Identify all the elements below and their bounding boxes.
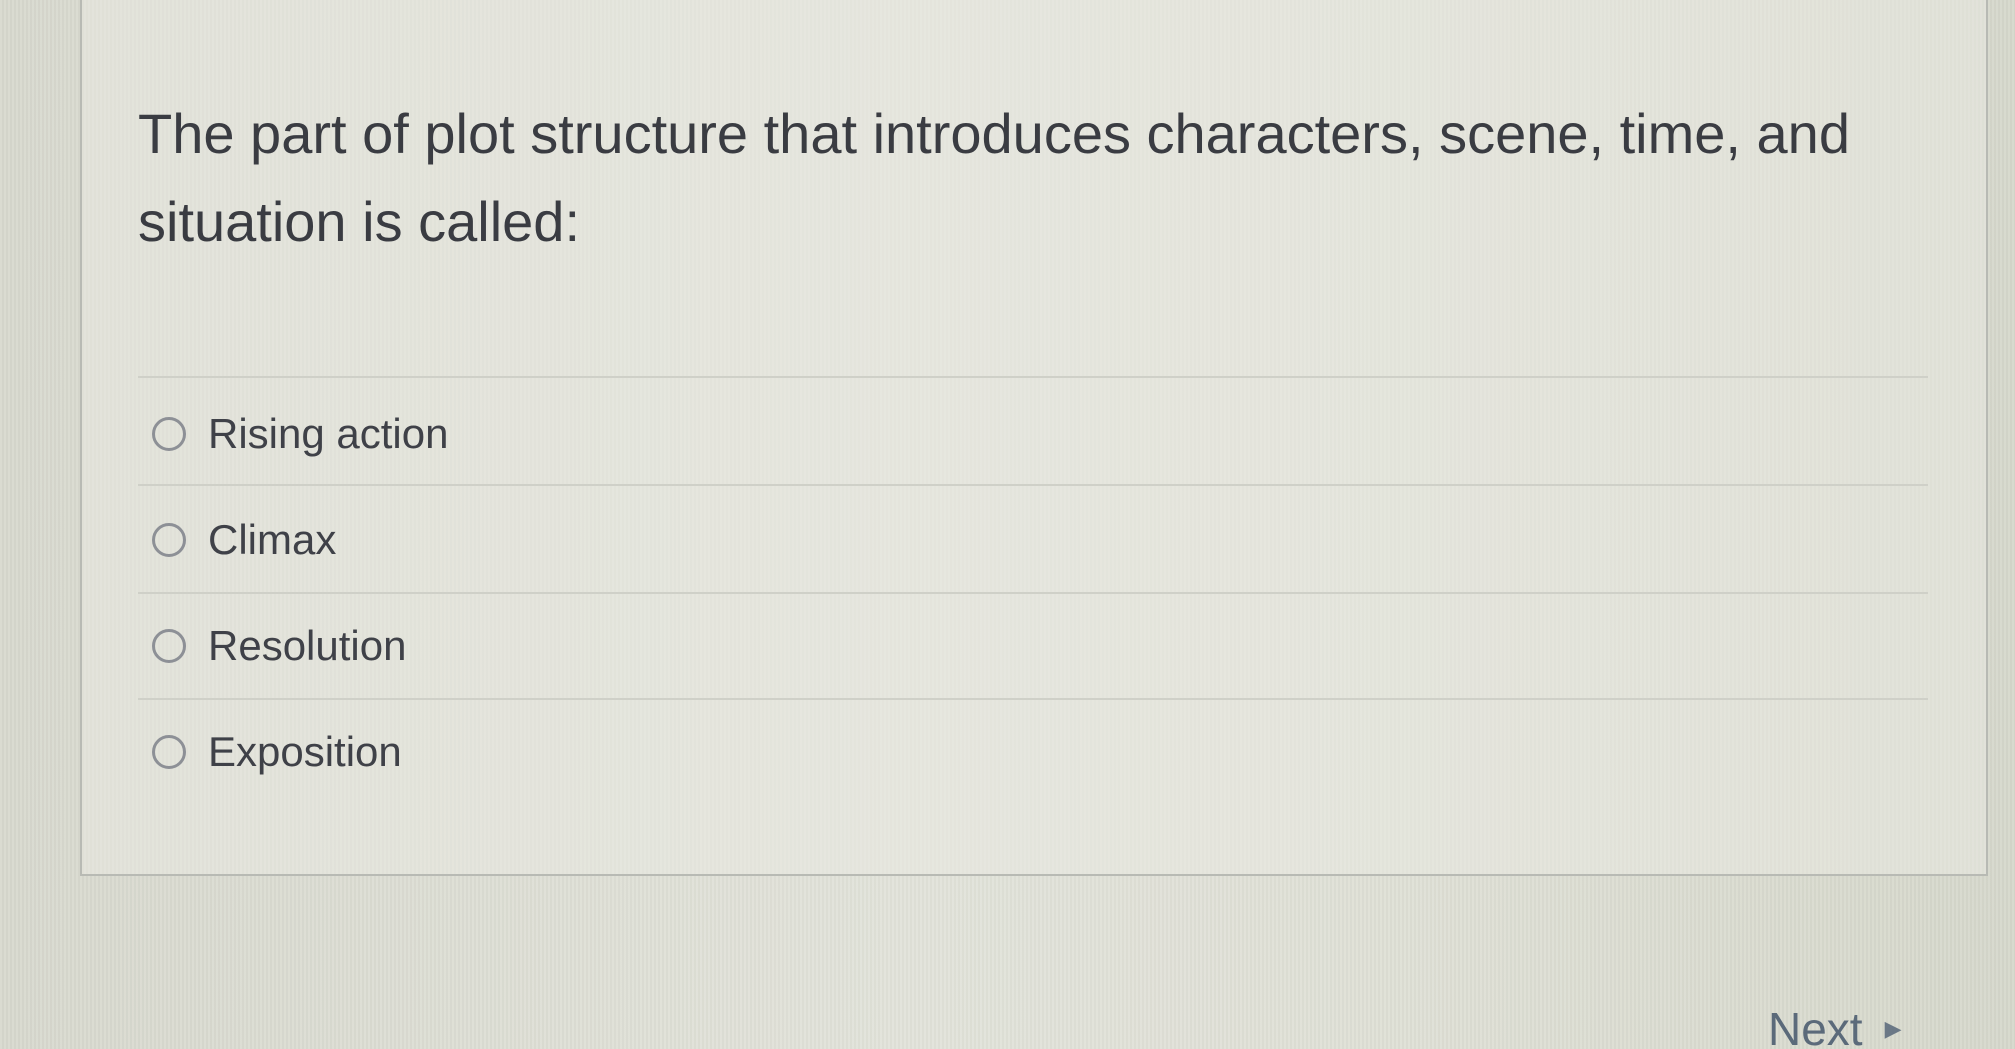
option-label: Rising action bbox=[208, 410, 449, 457]
answer-option-resolution[interactable]: Resolution bbox=[152, 606, 406, 686]
divider bbox=[138, 592, 1928, 594]
radio-button[interactable] bbox=[152, 735, 186, 769]
radio-button[interactable] bbox=[152, 523, 186, 557]
triangle-right-icon: ▶ bbox=[1884, 1016, 1902, 1041]
answer-option-exposition[interactable]: Exposition bbox=[152, 712, 402, 792]
divider bbox=[138, 376, 1928, 378]
radio-button[interactable] bbox=[152, 629, 186, 663]
answer-option-climax[interactable]: Climax bbox=[152, 500, 336, 580]
answer-option-rising-action[interactable]: Rising action bbox=[152, 394, 448, 474]
question-text: The part of plot structure that introduc… bbox=[138, 102, 1850, 253]
option-label: Exposition bbox=[208, 728, 402, 775]
divider bbox=[138, 484, 1928, 486]
option-label: Climax bbox=[208, 516, 337, 563]
next-button[interactable]: Next ▶ bbox=[1768, 1003, 1902, 1049]
option-label: Resolution bbox=[208, 622, 407, 669]
radio-button[interactable] bbox=[152, 417, 186, 451]
next-label: Next bbox=[1768, 1003, 1863, 1049]
divider bbox=[138, 698, 1928, 700]
